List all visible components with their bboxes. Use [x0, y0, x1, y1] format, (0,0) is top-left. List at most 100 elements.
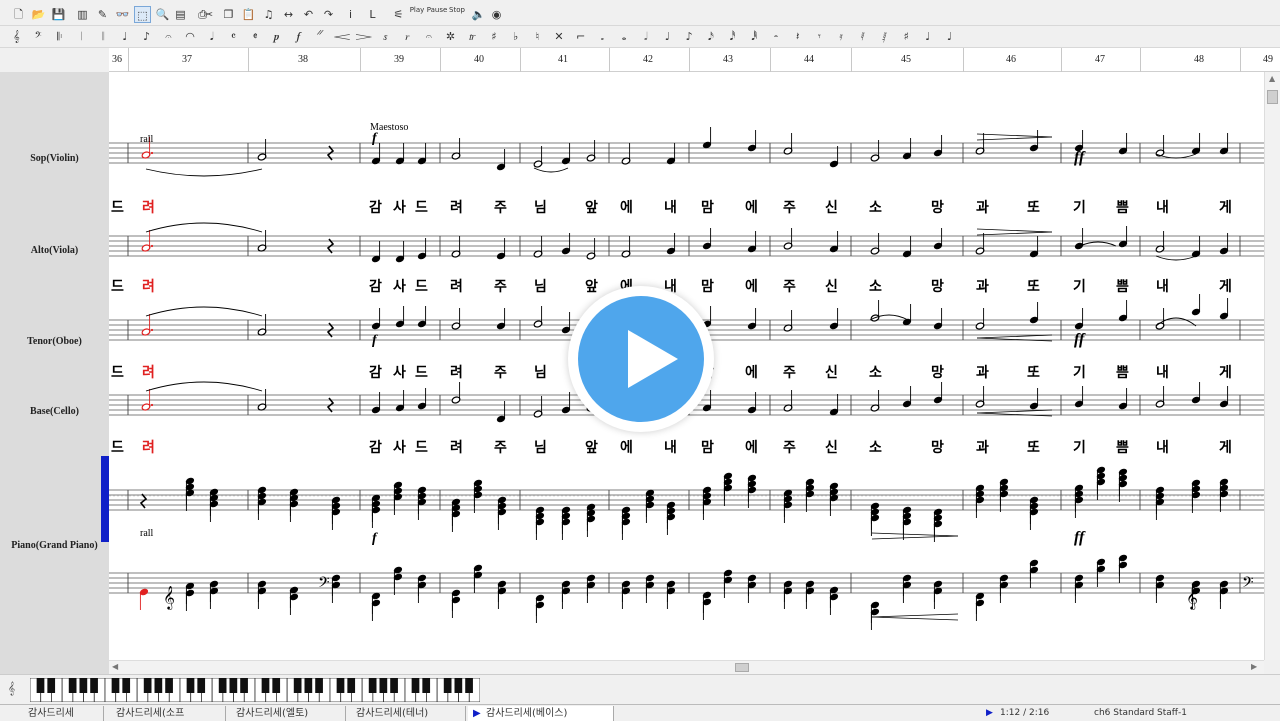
black-key[interactable] — [90, 678, 98, 693]
piano-keyboard[interactable] — [30, 678, 480, 702]
track-label-tenor[interactable]: Tenor(Oboe) — [0, 336, 109, 347]
vertical-scroll-thumb[interactable] — [1267, 90, 1278, 104]
black-key[interactable] — [111, 678, 120, 693]
glasses-icon[interactable]: 👓 — [114, 6, 131, 23]
black-key[interactable] — [390, 678, 398, 693]
copy-icon[interactable]: ❐ — [220, 6, 237, 23]
stop-button[interactable]: Stop — [446, 6, 468, 23]
notation-tool-icon[interactable]: ◠ — [182, 28, 199, 45]
black-key[interactable] — [261, 678, 270, 693]
notation-tool-icon[interactable]: 𝅘𝅥𝅱 — [746, 28, 763, 45]
note-insert-icon[interactable]: ♫ — [260, 6, 277, 23]
notation-tool-icon[interactable]: ♩ — [941, 28, 958, 45]
notation-tool-icon[interactable]: 𝅀 — [854, 28, 871, 45]
notation-tool-icon[interactable]: 𝄢 — [30, 28, 47, 45]
tab-score-main[interactable]: 감사드리세 — [20, 706, 104, 721]
pause-button[interactable]: Pause — [426, 6, 448, 23]
notation-tool-icon[interactable]: 𝄵 — [247, 28, 264, 45]
measure-ruler[interactable]: 36 37 38 39 40 41 42 43 44 45 46 47 48 49 — [109, 48, 1280, 72]
notation-tool-icon[interactable]: 𝄁 — [95, 28, 112, 45]
book-icon[interactable]: ▥ — [74, 6, 91, 23]
scroll-left-icon[interactable]: ◀ — [112, 662, 118, 671]
notation-tool-icon[interactable]: ♯ — [485, 28, 502, 45]
paste-icon[interactable]: 📋 — [240, 6, 257, 23]
notation-tool-icon[interactable]: 𝄐 — [420, 28, 437, 45]
notation-tool-icon[interactable]: 𝄿 — [833, 28, 850, 45]
notation-tool-icon[interactable]: 𝄆 — [51, 28, 68, 45]
notation-tool-icon[interactable]: ♩ — [919, 28, 936, 45]
black-key[interactable] — [368, 678, 377, 693]
black-key[interactable] — [229, 678, 238, 693]
notation-tool-icon[interactable]: 𝅘𝅥𝅰 — [724, 28, 741, 45]
black-key[interactable] — [347, 678, 356, 693]
black-key[interactable] — [165, 678, 173, 693]
notation-tool-icon[interactable]: ♪ — [138, 28, 155, 45]
black-key[interactable] — [79, 678, 88, 693]
notation-tool-icon[interactable]: 𝆏 — [268, 28, 285, 45]
black-key[interactable] — [68, 678, 77, 693]
notation-tool-icon[interactable]: 𝆑 — [290, 28, 307, 45]
vertical-scrollbar[interactable]: ▲ — [1264, 72, 1280, 660]
notation-tool-icon[interactable]: 𝄞 — [8, 28, 25, 45]
notation-tool-icon[interactable]: ♭ — [507, 28, 524, 45]
tab-score-soprano[interactable]: 감사드리세(소프 — [108, 706, 226, 721]
black-key[interactable] — [197, 678, 206, 693]
notation-tool-icon[interactable]: ♪ — [681, 28, 698, 45]
notation-tool-icon[interactable]: 𝄐 — [160, 28, 177, 45]
notation-tool-icon[interactable]: 𝄼 — [768, 28, 785, 45]
scroll-right-icon[interactable]: ▶ — [1251, 662, 1257, 671]
black-key[interactable] — [240, 678, 248, 693]
notation-tool-icon[interactable]: 𝅝 — [616, 28, 633, 45]
track-label-soprano[interactable]: Sop(Violin) — [0, 153, 109, 164]
notation-tool-icon[interactable]: 𝆌 — [399, 28, 416, 45]
black-key[interactable] — [272, 678, 281, 693]
text-icon[interactable]: L — [364, 6, 381, 23]
undo-icon[interactable]: ↶ — [300, 6, 317, 23]
save-icon[interactable]: 💾 — [50, 6, 67, 23]
notation-tool-icon[interactable]: 𝄀 — [73, 28, 90, 45]
tab-score-alto[interactable]: 감사드리세(엘토) — [228, 706, 346, 721]
black-key[interactable] — [336, 678, 345, 693]
notation-tool-icon[interactable]: 𝅁 — [876, 28, 893, 45]
black-key[interactable] — [411, 678, 420, 693]
tab-score-bass[interactable]: ▶ 감사드리세(베이스) — [468, 706, 614, 721]
black-key[interactable] — [422, 678, 431, 693]
new-file-icon[interactable]: 🗋 — [10, 6, 27, 23]
notation-tool-icon[interactable]: 𝆖 — [464, 28, 481, 45]
notation-tool-icon[interactable]: 𝅗𝅥 — [637, 28, 654, 45]
tab-score-tenor[interactable]: 감사드리세(테너) — [348, 706, 466, 721]
notation-tool-icon[interactable]: ⌐ — [572, 28, 589, 45]
keyboard-icon[interactable]: 𝄞 — [8, 681, 15, 696]
notation-tool-icon[interactable]: 𝄽 — [789, 28, 806, 45]
notation-tool-icon[interactable]: ✕ — [551, 28, 568, 45]
black-key[interactable] — [293, 678, 302, 693]
black-key[interactable] — [454, 678, 463, 693]
black-key[interactable] — [143, 678, 152, 693]
pencil-icon[interactable]: ✎ — [94, 6, 111, 23]
track-label-alto[interactable]: Alto(Viola) — [0, 245, 109, 256]
notation-tool-icon[interactable]: ♮ — [529, 28, 546, 45]
track-label-bass[interactable]: Base(Cello) — [0, 406, 109, 417]
black-key[interactable] — [47, 678, 56, 693]
notation-tool-icon[interactable]: 𝆒 — [334, 28, 351, 45]
horizontal-scrollbar[interactable]: ◀ ▶ — [109, 660, 1264, 674]
black-key[interactable] — [36, 678, 45, 693]
notation-tool-icon[interactable]: ♩ — [659, 28, 676, 45]
notation-tool-icon[interactable]: 𝆓 — [355, 28, 372, 45]
notation-tool-icon[interactable]: ✲ — [442, 28, 459, 45]
notation-tool-icon[interactable]: 𝄾 — [811, 28, 828, 45]
horizontal-scroll-thumb[interactable] — [735, 663, 749, 672]
notation-tool-icon[interactable]: ♩ — [117, 28, 134, 45]
black-key[interactable] — [379, 678, 388, 693]
notation-tool-icon[interactable]: 𝄓 — [312, 28, 329, 45]
notation-tool-icon[interactable]: 𝆍 — [377, 28, 394, 45]
notation-tool-icon[interactable]: 𝅘𝅥𝅯 — [702, 28, 719, 45]
video-play-button[interactable] — [568, 286, 714, 432]
play-button[interactable]: Play — [406, 6, 428, 23]
black-key[interactable] — [315, 678, 323, 693]
page-icon[interactable]: ▤ — [172, 6, 189, 23]
notation-tool-icon[interactable]: 𝅗 — [594, 28, 611, 45]
metronome-icon[interactable]: ◉ — [488, 6, 505, 23]
zoom-icon[interactable]: 🔍 — [154, 6, 171, 23]
black-key[interactable] — [304, 678, 313, 693]
